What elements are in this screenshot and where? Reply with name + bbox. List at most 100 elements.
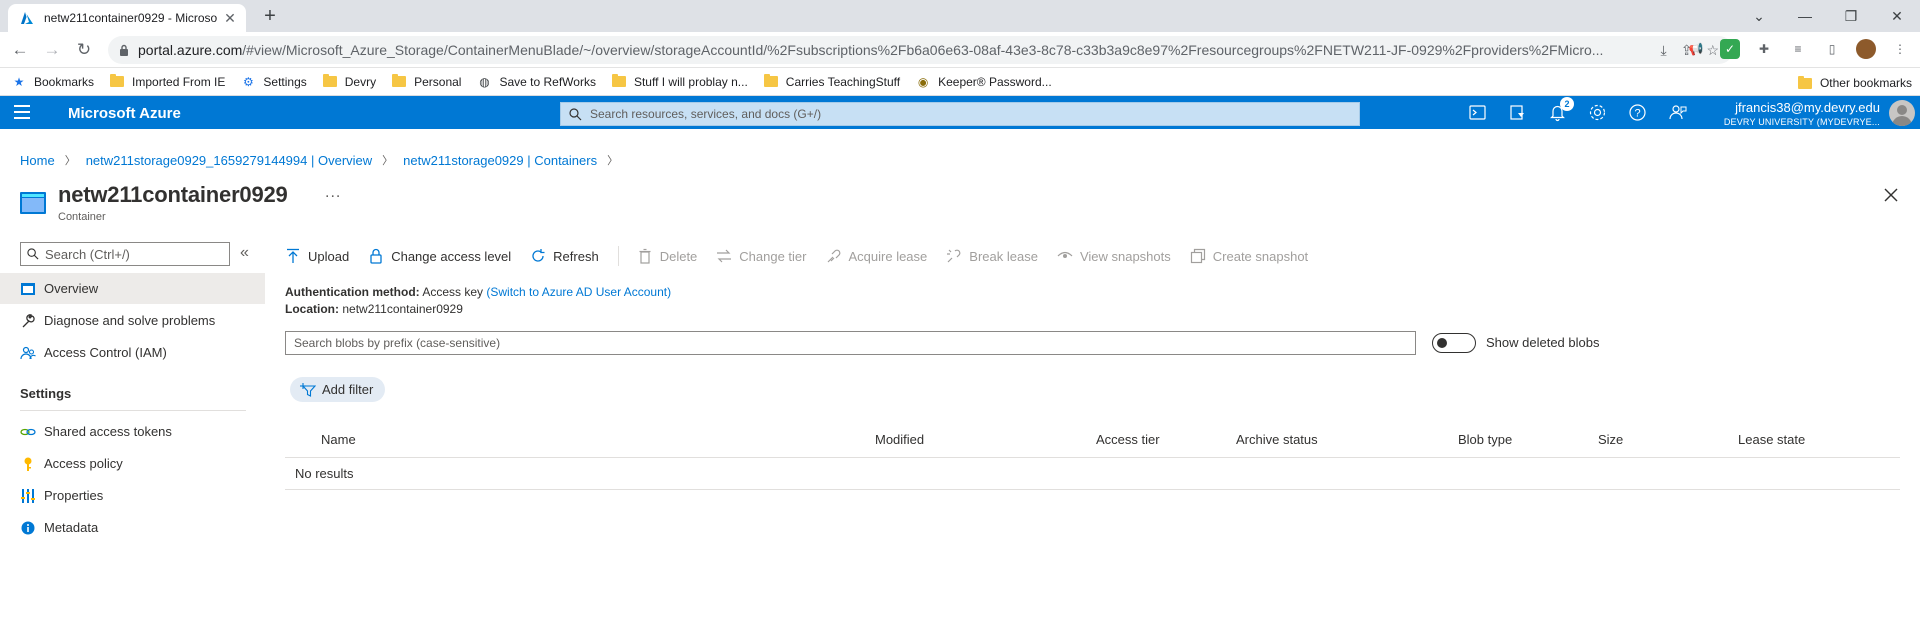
puzzle-extensions-icon[interactable]: ✚ (1754, 39, 1774, 59)
close-icon[interactable] (1882, 186, 1900, 204)
back-arrow-icon[interactable]: ← (10, 40, 30, 60)
delete-button[interactable]: Delete (637, 248, 697, 264)
bookmark-item[interactable]: Imported From IE (110, 74, 225, 89)
add-filter-button[interactable]: Add filter (290, 377, 386, 402)
kebab-menu-icon[interactable]: ⋮ (1890, 39, 1910, 59)
folder-icon (763, 74, 778, 87)
reading-list-icon[interactable]: ≡ (1788, 39, 1808, 59)
location-value: netw211container0929 (342, 302, 463, 316)
install-icon[interactable]: ⤓ (1661, 42, 1667, 59)
header-icons: 2 ? (1468, 97, 1687, 122)
megaphone-extension-icon[interactable]: 📢 (1686, 39, 1706, 59)
side-panel-icon[interactable]: ▯ (1822, 39, 1842, 59)
restore-button[interactable]: ❐ (1828, 0, 1874, 32)
gear-icon: ⚙ (243, 74, 254, 89)
sidebar-item-iam[interactable]: Access Control (IAM) (0, 337, 265, 368)
collapse-menu-icon[interactable]: « (240, 244, 249, 262)
close-window-button[interactable]: ✕ (1874, 0, 1920, 32)
bookmark-label: Carries TeachingStuff (785, 74, 901, 89)
more-options-button[interactable]: ... (325, 184, 341, 202)
reload-icon[interactable]: ↻ (74, 40, 94, 60)
green-extension-icon[interactable]: ✓ (1720, 39, 1740, 59)
refresh-button[interactable]: Refresh (530, 248, 599, 264)
column-header-access-tier[interactable]: Access tier (1096, 432, 1160, 447)
show-deleted-blobs-label: Show deleted blobs (1486, 335, 1600, 350)
swap-icon (716, 248, 732, 264)
sidebar-item-label: Properties (44, 488, 104, 503)
bookmark-item[interactable]: ★ Bookmarks (12, 75, 94, 89)
extensions-area: 📢 ✓ ✚ ≡ ▯ ⋮ (1686, 39, 1910, 59)
change-tier-button[interactable]: Change tier (716, 248, 807, 264)
change-access-level-button[interactable]: Change access level (368, 248, 511, 264)
sidebar-item-label: Metadata (44, 520, 99, 535)
bookmark-label: Bookmarks (34, 74, 95, 89)
key-icon (20, 456, 36, 472)
browser-tab[interactable]: netw211container0929 - Microso ✕ (8, 4, 246, 32)
hamburger-menu-icon[interactable] (14, 105, 30, 119)
page-subtitle: Container (58, 211, 106, 223)
settings-section-heading: Settings (20, 386, 72, 401)
sidebar-item-diagnose[interactable]: Diagnose and solve problems (0, 305, 265, 336)
column-header-blob-type[interactable]: Blob type (1458, 432, 1512, 447)
view-snapshots-button[interactable]: View snapshots (1057, 248, 1171, 264)
notifications-bell-icon[interactable]: 2 (1548, 97, 1574, 122)
command-bar: Upload Change access level Refresh Delet… (285, 244, 1327, 268)
close-tab-icon[interactable]: ✕ (222, 10, 238, 27)
breadcrumb-containers[interactable]: netw211storage0929 | Containers (403, 153, 597, 168)
sidebar-item-metadata[interactable]: Metadata (0, 512, 265, 543)
bookmark-item[interactable]: Carries TeachingStuff (763, 74, 901, 89)
auth-method-row: Authentication method: Access key (Switc… (285, 284, 671, 301)
info-icon (20, 520, 36, 536)
help-icon[interactable]: ? (1628, 103, 1647, 122)
toolbar-divider (617, 246, 619, 266)
new-tab-button[interactable]: + (258, 5, 282, 28)
address-bar[interactable]: portal.azure.com/#view/Microsoft_Azure_S… (108, 36, 1733, 64)
azure-brand[interactable]: Microsoft Azure (68, 105, 181, 122)
directory-filter-icon[interactable] (1508, 103, 1527, 122)
star-icon: ★ (13, 74, 25, 89)
bookmark-item[interactable]: ⚙ Settings (241, 74, 307, 89)
window-controls: ⌄ — ❐ ✕ (1736, 0, 1920, 32)
minimize-button[interactable]: — (1782, 0, 1828, 32)
bookmark-item[interactable]: Personal (392, 74, 461, 89)
menu-search-input[interactable]: Search (Ctrl+/) (20, 242, 230, 266)
breadcrumb-home[interactable]: Home (20, 153, 55, 168)
bookmark-item[interactable]: ◉ Keeper® Password... (916, 75, 1052, 89)
sidebar-item-properties[interactable]: Properties (0, 480, 265, 511)
column-header-archive-status[interactable]: Archive status (1236, 432, 1318, 447)
acquire-lease-button[interactable]: Acquire lease (826, 248, 928, 264)
column-header-size[interactable]: Size (1598, 432, 1623, 447)
change-tier-label: Change tier (739, 248, 807, 264)
sidebar-item-shared-access-tokens[interactable]: Shared access tokens (0, 416, 265, 447)
acquire-lease-label: Acquire lease (848, 248, 928, 264)
bookmark-item[interactable]: ◍ Save to RefWorks (477, 75, 596, 89)
create-snapshot-button[interactable]: Create snapshot (1190, 248, 1308, 264)
show-deleted-blobs-toggle[interactable] (1432, 333, 1476, 353)
forward-arrow-icon[interactable]: → (42, 40, 62, 60)
account-info[interactable]: jfrancis38@my.devry.edu DEVRY UNIVERSITY… (1724, 100, 1880, 127)
break-lease-button[interactable]: Break lease (946, 248, 1038, 264)
blob-prefix-search-input[interactable]: Search blobs by prefix (case-sensitive) (285, 331, 1416, 355)
bookmark-item[interactable]: Devry (322, 74, 376, 89)
column-header-lease-state[interactable]: Lease state (1738, 432, 1805, 447)
avatar[interactable] (1889, 100, 1915, 126)
column-header-name[interactable]: Name (321, 432, 356, 447)
global-search-input[interactable]: Search resources, services, and docs (G+… (560, 102, 1360, 126)
other-bookmarks[interactable]: Other bookmarks (1797, 75, 1912, 90)
column-header-modified[interactable]: Modified (875, 432, 924, 447)
cloud-shell-icon[interactable] (1468, 103, 1487, 122)
sidebar-item-access-policy[interactable]: Access policy (0, 448, 265, 479)
bookmark-item[interactable]: Stuff I will problay n... (611, 74, 748, 89)
blob-search-placeholder: Search blobs by prefix (case-sensitive) (294, 336, 501, 350)
tab-search-icon[interactable]: ⌄ (1736, 0, 1782, 32)
bookmarks-bar: ★ Bookmarks Imported From IE ⚙ Settings Devry… (0, 68, 1920, 96)
switch-auth-link[interactable]: (Switch to Azure AD User Account) (486, 285, 671, 299)
sidebar-item-overview[interactable]: Overview (0, 273, 265, 304)
profile-avatar-icon[interactable] (1856, 39, 1876, 59)
breadcrumb-storage-overview[interactable]: netw211storage0929_1659279144994 | Overv… (86, 153, 372, 168)
upload-button[interactable]: Upload (285, 248, 349, 264)
trash-icon (637, 248, 653, 264)
feedback-icon[interactable] (1668, 103, 1687, 122)
settings-gear-icon[interactable] (1588, 103, 1607, 122)
bookmark-label: Settings (263, 74, 307, 89)
